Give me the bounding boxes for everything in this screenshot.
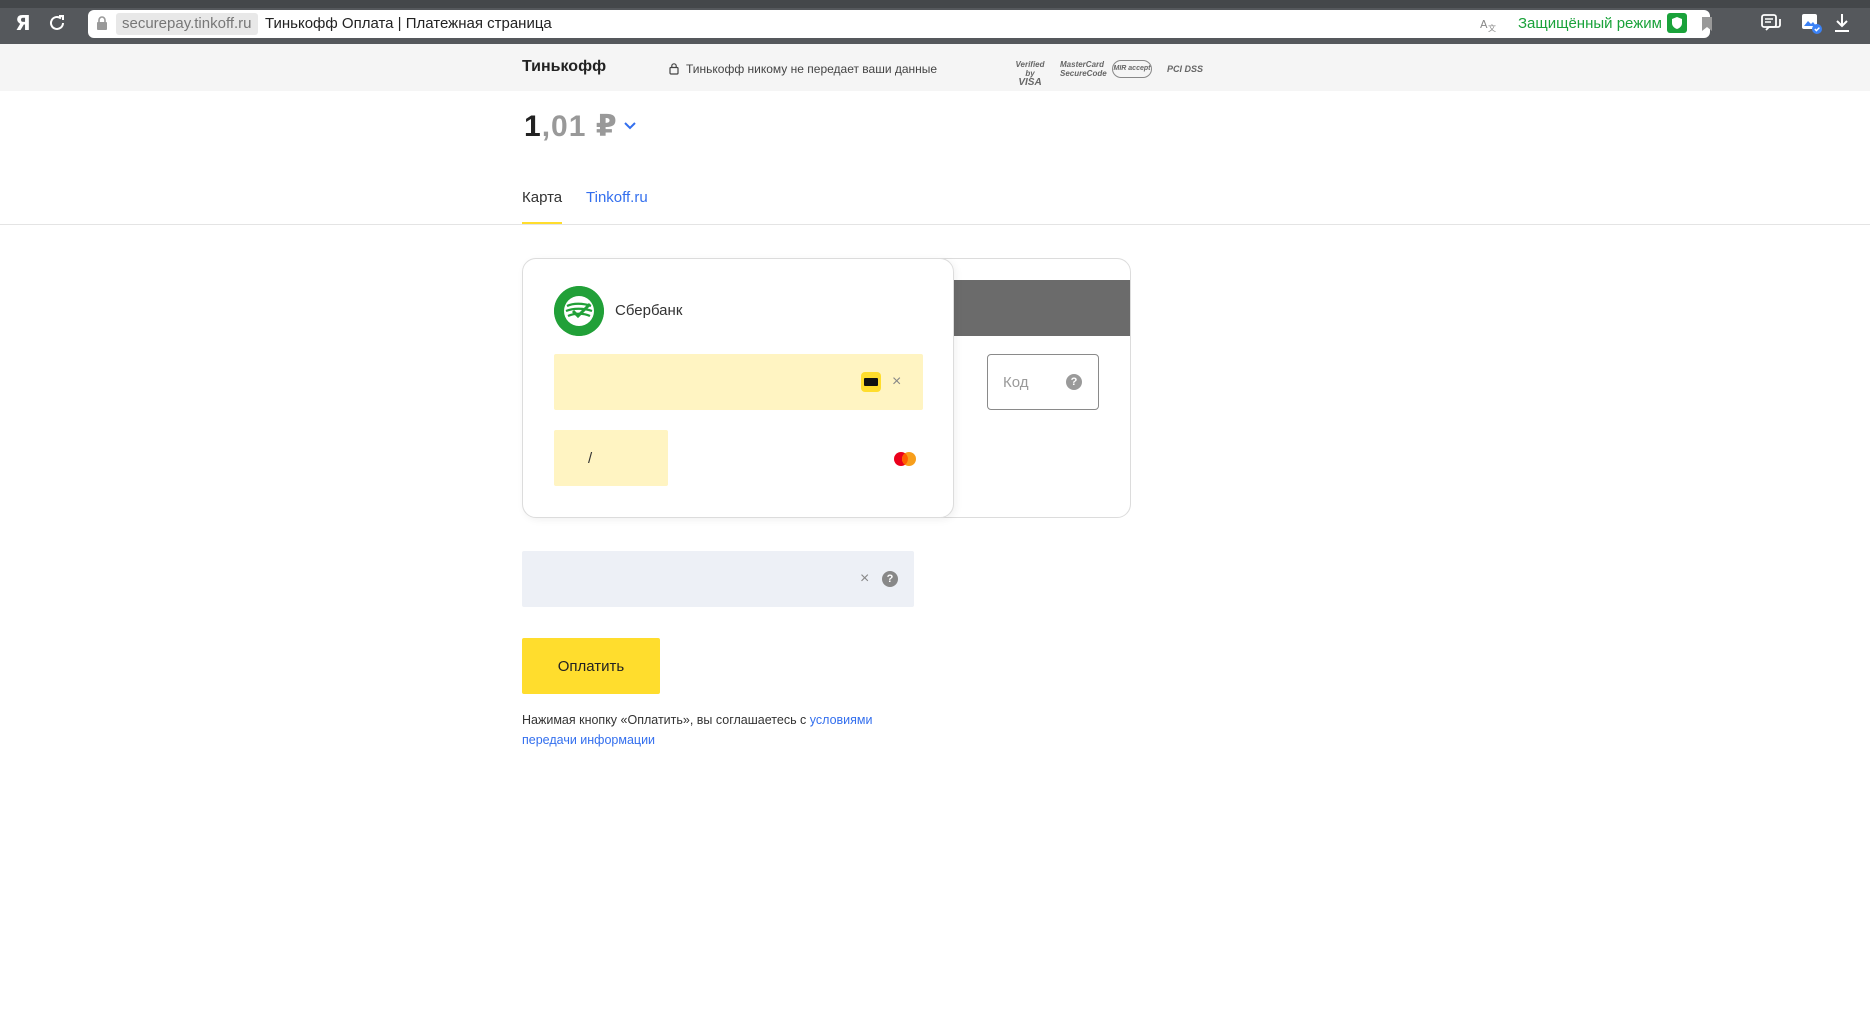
protected-mode-label[interactable]: Защищённый режим — [1518, 13, 1662, 35]
expiry-separator: / — [588, 450, 593, 467]
mir-accept-logo: MIR accept — [1112, 60, 1152, 78]
privacy-lock-icon — [669, 63, 679, 75]
mc-logo-top: MasterCard — [1060, 60, 1105, 69]
yandex-logo[interactable]: Я — [10, 10, 36, 36]
reload-icon[interactable] — [46, 12, 68, 34]
pay-button[interactable]: Оплатить — [522, 638, 660, 694]
pci-dss-logo: PCI DSS — [1166, 64, 1203, 74]
page-title: Тинькофф Оплата | Платежная страница — [265, 15, 552, 32]
agreement-text: Нажимая кнопку «Оплатить», вы соглашаете… — [522, 710, 902, 750]
bank-name: Сбербанк — [615, 302, 683, 319]
reading-mode-icon[interactable] — [1760, 12, 1782, 34]
lock-icon[interactable] — [96, 15, 108, 31]
email-help-icon[interactable]: ? — [882, 571, 898, 587]
close-icon[interactable]: × — [892, 374, 901, 390]
cvc-placeholder: Код — [1003, 374, 1029, 391]
amount-fraction: ,01 ₽ — [541, 110, 618, 143]
translate-icon[interactable]: A 文 — [1480, 15, 1498, 33]
verified-by-visa-logo: Verified by VISA — [1010, 60, 1050, 88]
mc-logo-bottom: SecureCode — [1060, 69, 1107, 78]
expiry-date-input[interactable] — [554, 430, 668, 486]
privacy-notice: Тинькофф никому не передает ваши данные — [686, 62, 938, 76]
agreement-prefix: Нажимая кнопку «Оплатить», вы соглашаете… — [522, 713, 810, 727]
amount-integer: 1 — [524, 110, 542, 143]
browser-tab-strip — [0, 0, 1870, 8]
chevron-down-icon[interactable] — [623, 121, 637, 131]
close-icon[interactable]: × — [860, 571, 869, 587]
payment-amount[interactable]: 1,01 ₽ — [524, 109, 618, 144]
mastercard-icon — [894, 452, 916, 466]
email-input[interactable] — [522, 551, 914, 607]
download-icon[interactable] — [1832, 12, 1852, 34]
image-extension-icon[interactable] — [1800, 12, 1822, 34]
svg-text:文: 文 — [1488, 23, 1496, 33]
mastercard-securecode-logo: MasterCard SecureCode — [1060, 60, 1107, 78]
visa-logo-top: Verified by — [1015, 60, 1045, 78]
tab-card[interactable]: Карта — [522, 189, 562, 206]
card-scan-icon[interactable] — [861, 372, 881, 392]
cvc-help-icon[interactable]: ? — [1066, 374, 1082, 390]
brand-name[interactable]: Тинькофф — [522, 58, 606, 76]
svg-text:A: A — [1480, 18, 1488, 31]
shield-icon[interactable] — [1667, 13, 1687, 33]
tab-tinkoff-ru[interactable]: Tinkoff.ru — [586, 189, 648, 206]
url-domain[interactable]: securepay.tinkoff.ru — [116, 13, 258, 35]
sberbank-logo-icon — [554, 286, 604, 336]
tabs-divider — [0, 224, 1870, 225]
bookmark-icon[interactable] — [1700, 16, 1714, 32]
visa-logo-bottom: VISA — [1018, 77, 1042, 88]
